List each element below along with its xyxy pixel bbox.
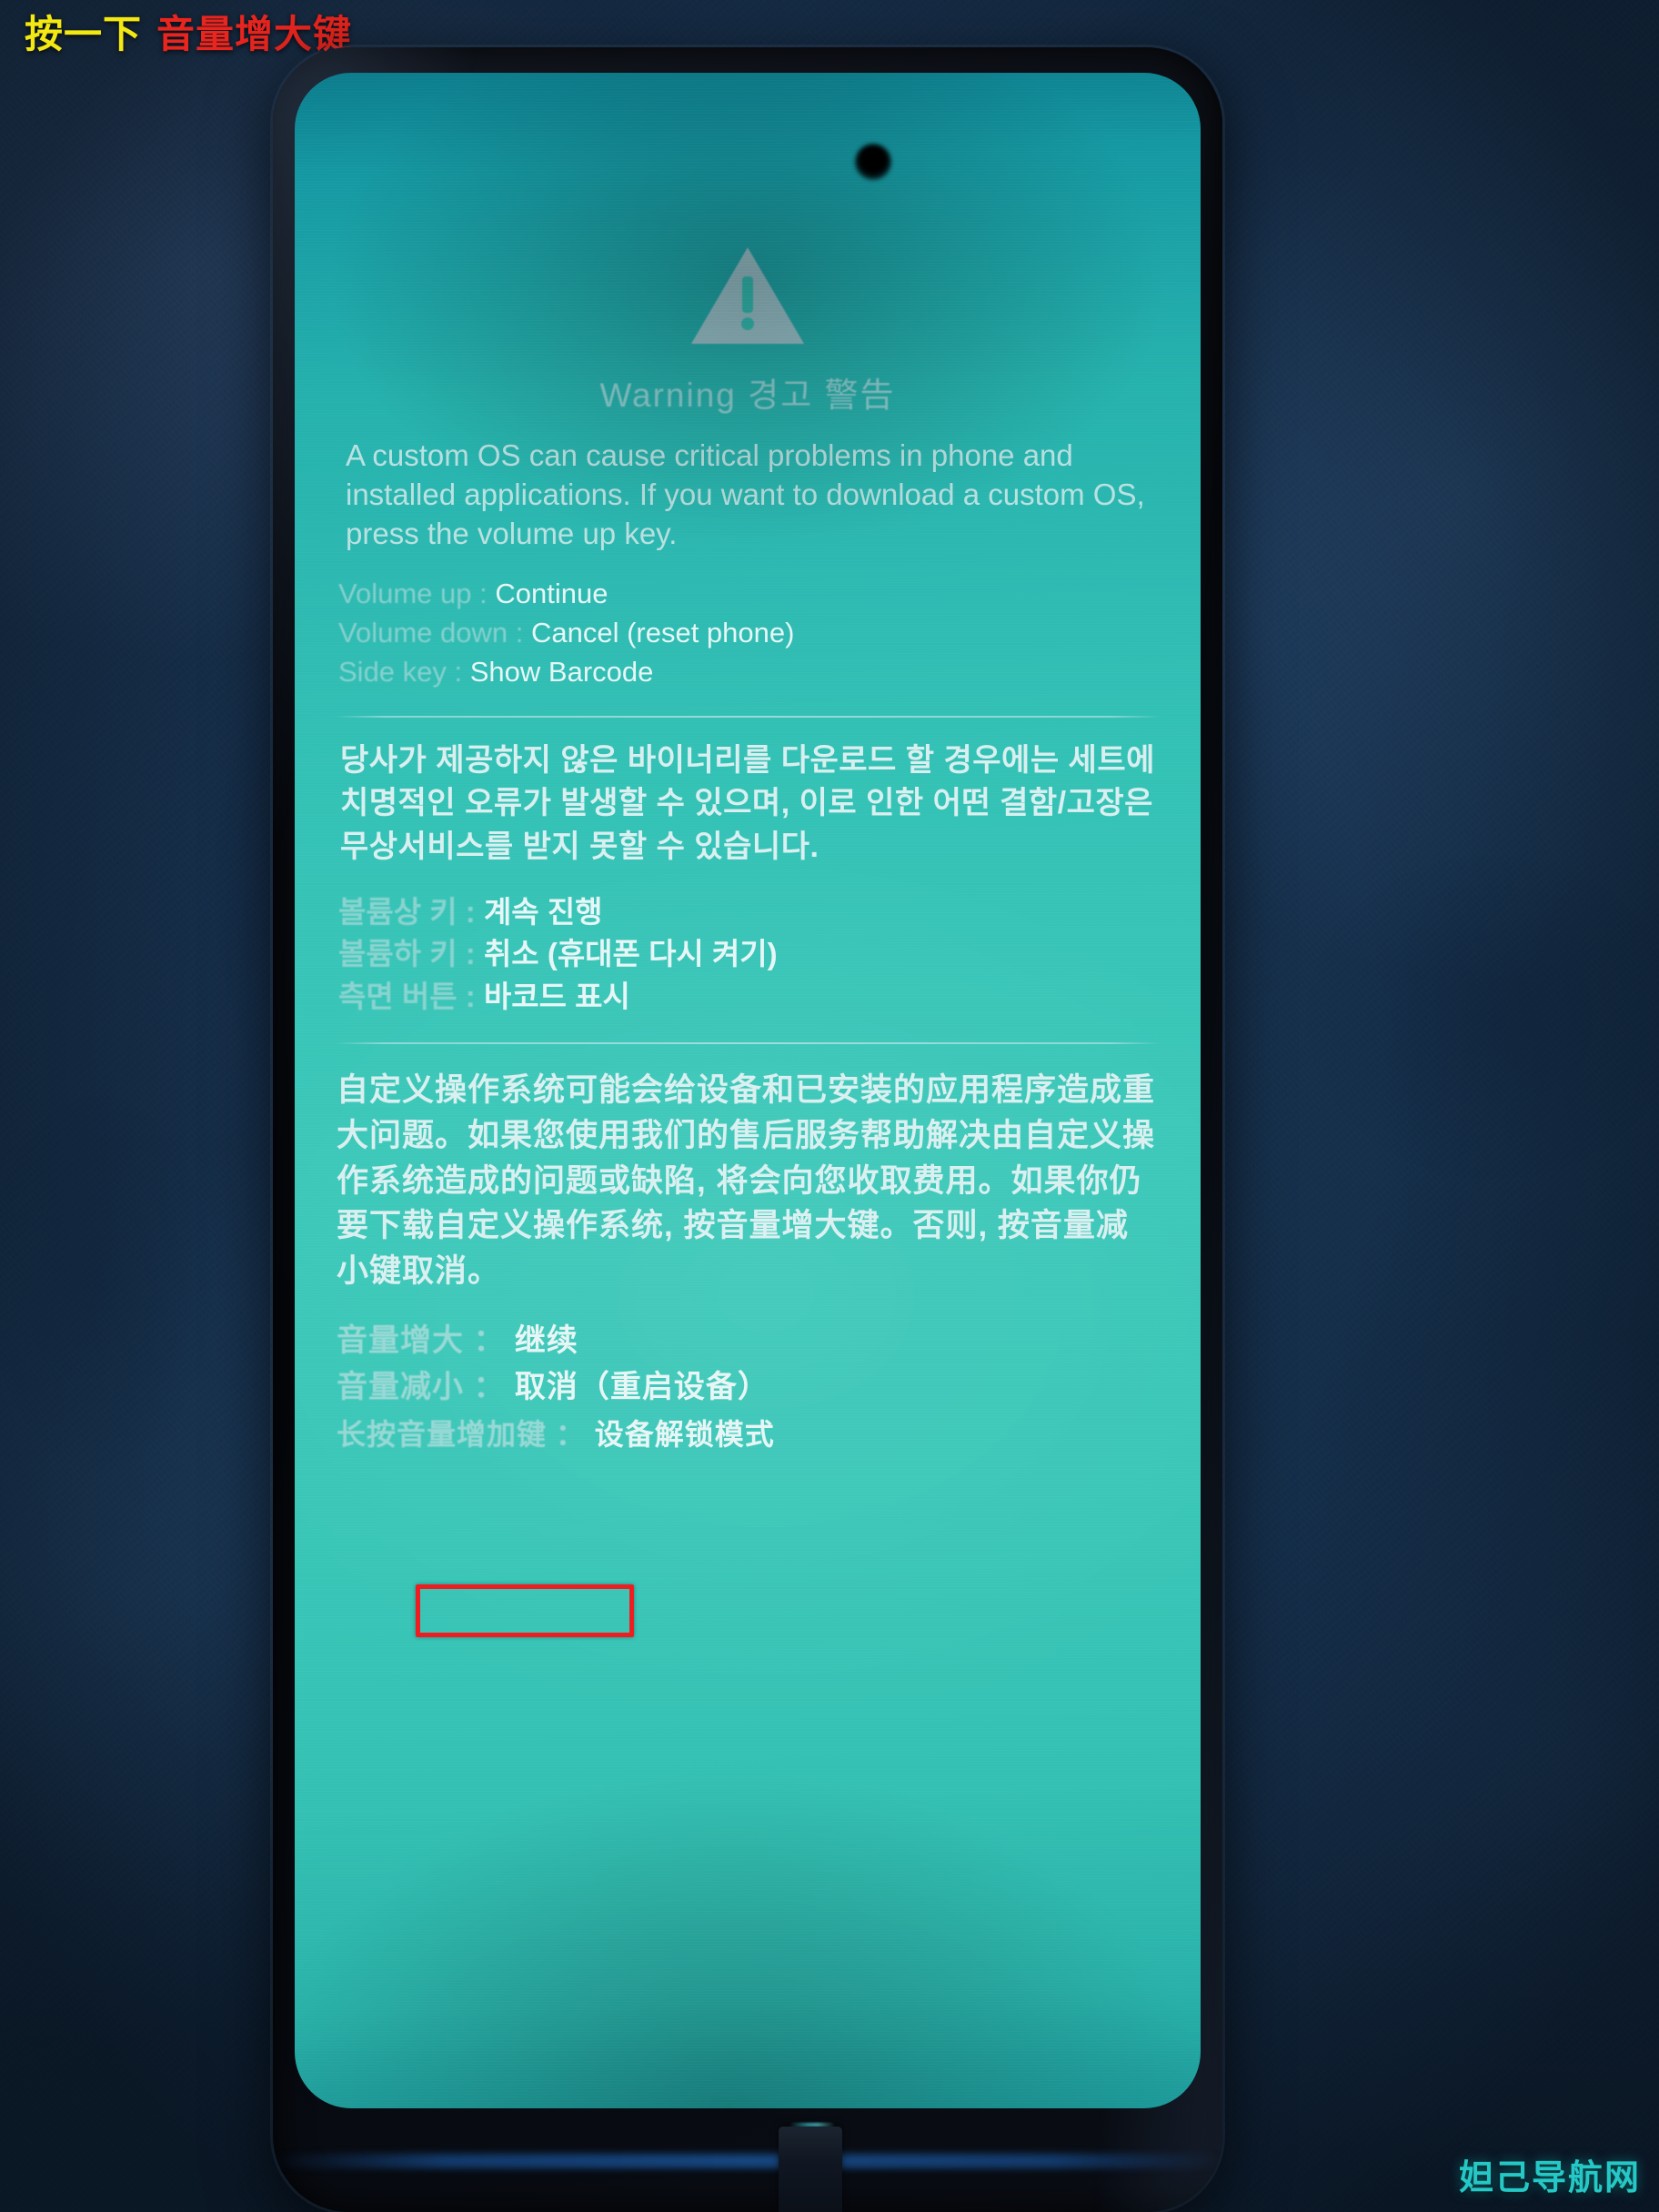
warning-title: Warning 경고 警告	[599, 377, 896, 414]
section-divider-english-korean	[335, 715, 1161, 718]
korean-warning-body: 당사가 제공하지 않은 바이너리를 다운로드 할 경우에는 세트에 치명적인 오…	[340, 742, 1155, 865]
binding-value-label: 取消（重启设备）	[514, 1370, 769, 1405]
binding-key-label: 측면 버튼 :	[338, 980, 484, 1014]
binding-key-label: 볼륨하 키 :	[338, 937, 484, 971]
site-watermark: 妲己导航网	[1458, 2159, 1641, 2197]
binding-side-key: Side key : Show Barcode	[338, 652, 1161, 691]
binding-key-label: 音量增大 ：	[337, 1322, 515, 1358]
binding-key-label: 音量减小 ：	[337, 1370, 515, 1405]
binding-long-press-volume-up-zh: 长按音量增加键 ： 设备解锁模式	[337, 1412, 1161, 1459]
english-warning-body: A custom OS can cause critical problems …	[346, 438, 1145, 550]
phone-bottom-reflection	[273, 2154, 1222, 2168]
warning-triangle-icon	[335, 242, 1161, 349]
front-camera-punchhole	[855, 144, 891, 180]
binding-volume-up-ko: 볼륨상 키 : 계속 진행	[338, 891, 1161, 934]
binding-value-label: 继续	[514, 1322, 578, 1358]
binding-value-label: Continue	[495, 577, 608, 609]
annotation-highlight: 音量增大键	[156, 13, 353, 55]
download-mode-warning-screen: Warning 경고 警告 A custom OS can cause crit…	[295, 73, 1201, 2108]
phone-screen[interactable]: Warning 경고 警告 A custom OS can cause crit…	[295, 73, 1201, 2108]
binding-value-label: Show Barcode	[469, 656, 654, 689]
usb-cable-connector	[779, 2127, 842, 2212]
section-divider-korean-chinese	[335, 1042, 1161, 1045]
annotation-prefix: 按一下	[25, 13, 143, 55]
binding-value-label: Cancel (reset phone)	[530, 617, 795, 649]
binding-value-label: 계속 진행	[483, 894, 603, 929]
binding-value-label: 취소 (휴대폰 다시 켜기)	[483, 937, 778, 971]
phone-device: Warning 경고 警告 A custom OS can cause crit…	[273, 47, 1222, 2212]
chinese-key-bindings: 音量增大 ： 继续 音量减小 ： 取消（重启设备） 长按音量增加键 ： 设备解锁…	[335, 1318, 1161, 1459]
binding-key-label: 볼륨상 키 :	[338, 894, 484, 929]
binding-key-label: 长按音量增加键 ：	[337, 1417, 595, 1451]
binding-volume-down: Volume down : Cancel (reset phone)	[338, 613, 1161, 652]
binding-volume-down-ko: 볼륨하 키 : 취소 (휴대폰 다시 켜기)	[338, 933, 1161, 976]
binding-key-label: Volume up :	[338, 577, 496, 609]
binding-volume-up-zh: 音量增大 ： 继续	[337, 1318, 1161, 1365]
binding-value-label: 바코드 표시	[483, 980, 630, 1014]
binding-side-key-ko: 측면 버튼 : 바코드 표시	[338, 976, 1161, 1019]
binding-value-label: 设备解锁模式	[594, 1417, 775, 1451]
instruction-annotation: 按一下 音量增大键	[25, 4, 352, 59]
binding-volume-up: Volume up : Continue	[338, 574, 1161, 613]
binding-volume-down-zh: 音量减小 ： 取消（重启设备）	[337, 1364, 1161, 1412]
binding-key-label: Side key :	[338, 656, 470, 689]
binding-key-label: Volume down :	[338, 617, 531, 649]
chinese-warning-body: 自定义操作系统可能会给设备和已安装的应用程序造成重大问题。如果您使用我们的售后服…	[337, 1072, 1156, 1289]
english-key-bindings: Volume up : Continue Volume down : Cance…	[335, 574, 1161, 692]
korean-key-bindings: 볼륨상 키 : 계속 진행 볼륨하 키 : 취소 (휴대폰 다시 켜기) 측면 …	[335, 891, 1161, 1020]
